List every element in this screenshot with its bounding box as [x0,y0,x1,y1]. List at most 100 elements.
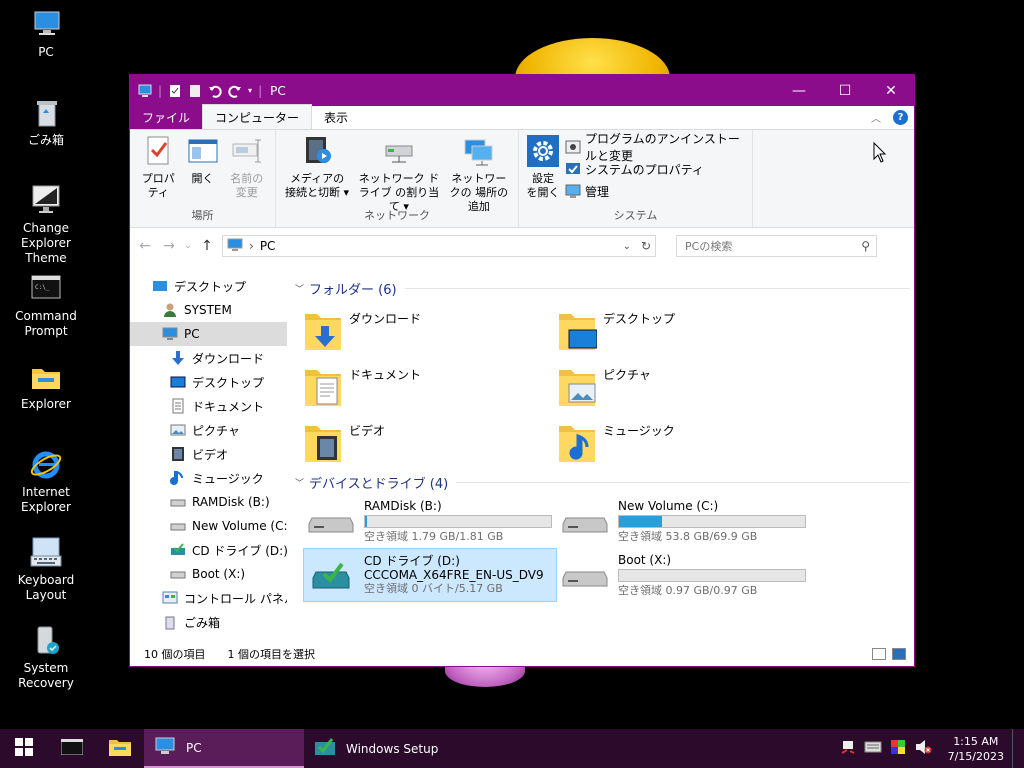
title-bar[interactable]: | ▾ | PC — ☐ ✕ [130,75,914,106]
start-button[interactable] [0,729,48,768]
drive-icon [308,506,354,536]
nav-item-videos[interactable]: ビデオ [130,442,287,466]
drive-free-space: 空き領域 53.8 GB/69.9 GB [618,529,758,543]
up-button[interactable]: ↑ [198,238,216,254]
folders-section-header[interactable]: ﹀ フォルダー (6) [295,280,910,298]
maximize-button[interactable]: ☐ [822,75,868,106]
collapse-ribbon-icon[interactable]: ︿ [871,110,881,125]
address-bar[interactable]: › PC ⌄ ↻ [222,235,656,257]
nav-item-downloads[interactable]: ダウンロード [130,346,287,370]
customize-quick-access-icon[interactable]: ▾ [248,86,252,95]
window-title: PC [270,83,286,98]
folder-pictures[interactable]: ピクチャ [557,356,811,412]
drive-name: CD ドライブ (D:) [364,554,460,568]
drive-ramdisk[interactable]: RAMDisk (B:) 空き領域 1.79 GB/1.81 GB [303,494,557,548]
desktop-icon-label: Keyboard Layout [17,573,75,602]
nav-item-documents[interactable]: ドキュメント [130,394,287,418]
drive-boot[interactable]: Boot (X:) 空き領域 0.97 GB/0.97 GB [557,548,811,602]
user-icon [162,302,178,318]
nav-item-recycle-bin[interactable]: ごみ箱 [130,610,287,634]
content-pane[interactable]: ﹀ フォルダー (6) ダウンロード デスクトップ ドキュメント ピクチャ ビデ… [295,274,910,634]
recycle-bin-icon [29,96,63,130]
tab-computer[interactable]: コンピューター [202,104,313,129]
desktop-icon-label: Internet Explorer [21,485,71,514]
back-button[interactable]: ← [136,238,154,254]
desktop-icon-keyboard-layout[interactable]: Keyboard Layout [0,536,92,603]
nav-item-system[interactable]: SYSTEM [130,298,287,322]
desktop-icon-change-theme[interactable]: Change Explorer Theme [0,184,92,266]
keyboard-tray-icon[interactable] [864,740,882,757]
new-folder-quick-icon[interactable] [188,84,202,98]
drives-section-header[interactable]: ﹀ デバイスとドライブ (4) [295,474,910,492]
pc-icon [154,737,176,758]
desktop-icon-internet-explorer[interactable]: Internet Explorer [0,448,92,515]
tab-view[interactable]: 表示 [312,105,360,129]
uninstall-program-button[interactable]: プログラムのアンインストールと変更 [565,132,748,163]
nav-label: SYSTEM [184,303,232,317]
undo-icon[interactable] [208,84,222,98]
breadcrumb[interactable]: PC [260,239,276,253]
close-button[interactable]: ✕ [868,75,914,106]
large-icons-view-icon[interactable] [892,648,906,660]
explorer-window[interactable]: | ▾ | PC — ☐ ✕ ファイル コンピューター 表示 ︿ ? プロパティ [129,74,915,667]
manage-button[interactable]: 管理 [565,182,748,200]
nav-item-cd-drive[interactable]: CD ドライブ (D:) CCC [130,538,287,562]
nav-item-music[interactable]: ミュージック [130,466,287,490]
folder-music[interactable]: ミュージック [557,412,811,468]
taskbar-pc[interactable]: PC [144,729,304,768]
desktop-icon-label: Command Prompt [15,309,77,338]
address-dropdown-icon[interactable]: ⌄ [623,241,631,252]
nav-item-new-volume[interactable]: New Volume (C:) [130,514,287,538]
nav-item-boot[interactable]: Boot (X:) [130,562,287,586]
taskbar-windows-setup[interactable]: Windows Setup [304,729,464,768]
taskbar-command-prompt[interactable] [48,729,96,768]
nav-item-desktop[interactable]: デスクトップ [130,274,287,298]
folder-icon [29,360,63,394]
documents-folder-icon [303,364,343,408]
cd-drive-icon [170,542,186,558]
drive-icon [170,494,186,510]
navigation-pane[interactable]: デスクトップ SYSTEM PC ダウンロード デスクトップ ドキュメント ピク… [130,274,287,634]
desktop-icon-label: PC [38,45,54,59]
nav-item-ramdisk[interactable]: RAMDisk (B:) [130,490,287,514]
nav-item-pictures[interactable]: ピクチャ [130,418,287,442]
drive-new-volume[interactable]: New Volume (C:) 空き領域 53.8 GB/69.9 GB [557,494,811,548]
clock[interactable]: 1:15 AM 7/15/2023 [948,734,1004,764]
redo-icon[interactable] [228,84,242,98]
drive-usage-bar [618,568,806,582]
ribbon-group-system: 設定 を開く プログラムのアンインストールと変更 システムのプロパティ 管理 シ… [519,130,753,227]
minimize-button[interactable]: — [776,75,822,106]
network-tray-icon[interactable] [840,739,856,758]
properties-quick-icon[interactable] [168,84,182,98]
forward-button[interactable]: → [160,238,178,254]
section-title: フォルダー (6) [309,282,397,298]
volume-muted-icon[interactable] [914,739,932,758]
nav-item-control-panel[interactable]: コントロール パネル [130,586,287,610]
nav-item-pc[interactable]: PC [130,322,287,346]
folder-videos[interactable]: ビデオ [303,412,557,468]
desktop-icon-recycle-bin[interactable]: ごみ箱 [0,96,92,148]
desktop-icon-explorer[interactable]: Explorer [0,360,92,412]
help-icon[interactable]: ? [893,110,908,125]
details-view-icon[interactable] [872,648,886,660]
desktop-icon-system-recovery[interactable]: System Recovery [0,624,92,691]
recent-locations-chevron-icon[interactable]: ⌄ [184,241,192,251]
show-desktop-button[interactable] [1012,729,1016,768]
folder-name: ピクチャ [603,368,651,382]
system-properties-button[interactable]: システムのプロパティ [565,160,748,178]
drive-cd[interactable]: CD ドライブ (D:) CCCOMA_X64FRE_EN-US_DV9 空き領… [303,548,557,602]
drive-free-space: 空き領域 1.79 GB/1.81 GB [364,529,504,543]
drive-icon [170,566,186,582]
desktop-icon-pc[interactable]: PC [0,8,92,60]
taskbar-explorer[interactable] [96,729,144,768]
nav-item-desktop-folder[interactable]: デスクトップ [130,370,287,394]
color-tray-icon[interactable] [890,739,906,758]
desktop-icon-label: ごみ箱 [27,133,64,147]
tab-file[interactable]: ファイル [130,105,203,129]
search-input[interactable]: PCの検索 ⚲ [676,235,877,257]
folder-desktop[interactable]: デスクトップ [557,300,811,356]
desktop-icon-command-prompt[interactable]: C:\_ Command Prompt [0,272,92,339]
folder-documents[interactable]: ドキュメント [303,356,557,412]
folder-downloads[interactable]: ダウンロード [303,300,557,356]
refresh-icon[interactable]: ↻ [641,239,651,253]
